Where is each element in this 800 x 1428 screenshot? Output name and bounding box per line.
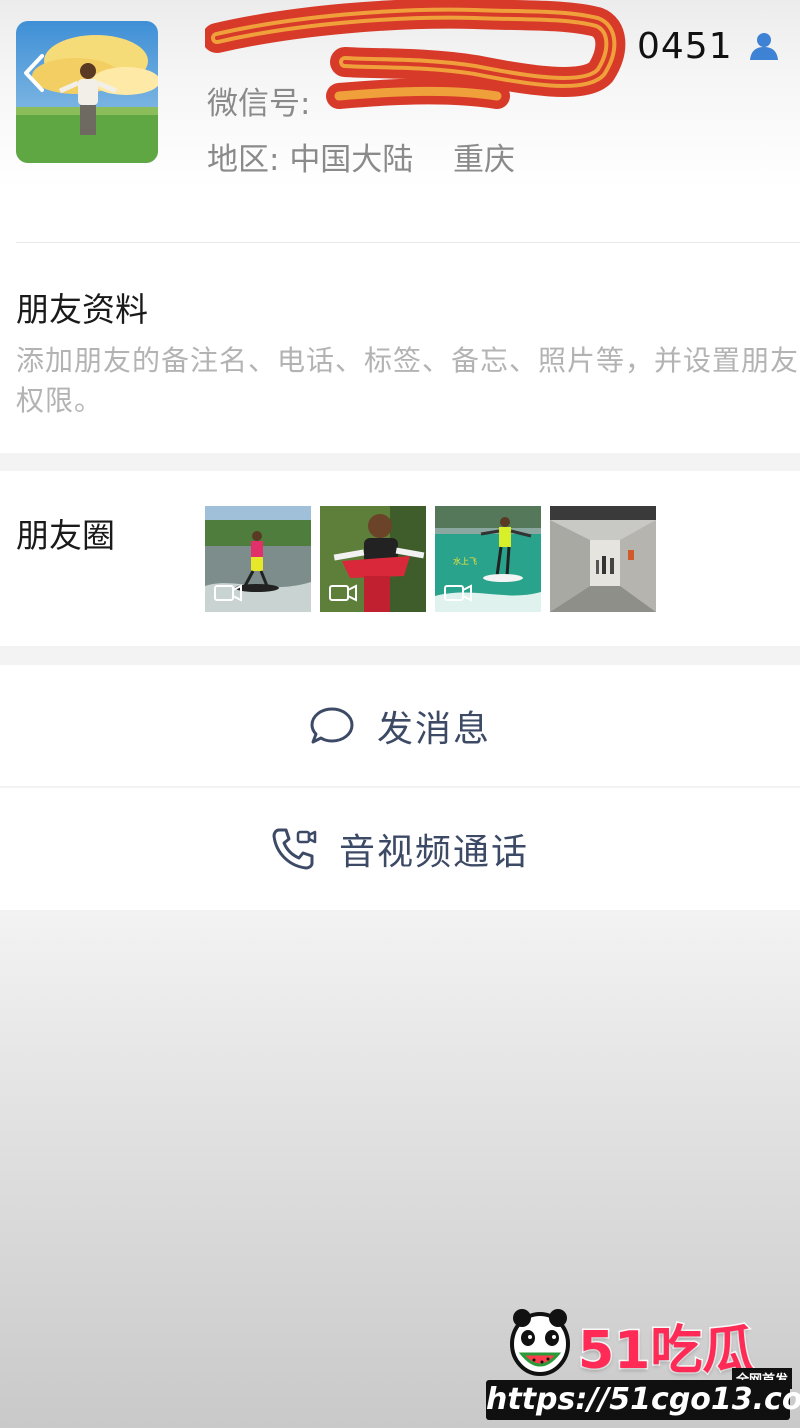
wechat-id: 微信号: [207,78,310,123]
friend-info-section[interactable]: 朋友资料 添加朋友的备注名、电话、标签、备忘、照片等，并设置朋友权限。 [0,243,800,453]
friend-info-description: 添加朋友的备注名、电话、标签、备忘、照片等，并设置朋友权限。 [16,344,800,417]
chat-bubble-icon [310,707,354,743]
moments-thumbnail-hoverboard[interactable]: 水上飞 [435,506,541,612]
wechat-id-label: 微信号: [207,86,311,122]
nickname: 0451 [207,26,733,67]
profile-header: 0451 微信号: 地区: 中国大陆 重庆 [0,0,800,243]
moments-thumbnail-corridor[interactable] [550,506,656,612]
moments-title: 朋友圈 [16,516,115,555]
watermelon-mascot-icon [510,1309,570,1376]
moments-section[interactable]: 朋友圈 水上飞 [0,471,800,646]
video-call-label: 音视频通话 [338,832,529,873]
watermark-brand: 51吃瓜 [576,1320,755,1383]
moments-thumbnail-motorbike[interactable] [320,506,426,612]
region: 地区: 中国大陆 重庆 [207,134,515,179]
phone-video-icon [272,828,317,870]
nickname-visible-suffix: 0451 [637,25,733,67]
contact-person-icon [749,33,778,60]
region-country: 中国大陆 [289,142,414,178]
region-city: 重庆 [453,142,516,178]
region-label: 地区: [207,142,280,178]
nickname-row: 0451 [207,18,781,74]
friend-info-title: 朋友资料 [16,290,148,329]
send-message-label: 发消息 [376,708,491,750]
moments-thumbnail-water-ski[interactable] [205,506,311,612]
watermark-url: https://51cgo13.com [486,1380,800,1420]
video-call-button[interactable]: 音视频通话 [0,788,800,910]
back-arrow-icon[interactable] [16,48,52,98]
thumbnail-caption: 水上飞 [453,556,477,566]
send-message-button[interactable]: 发消息 [0,665,800,786]
site-watermark: 51吃瓜 全网首发 https://51cgo13.com [486,1302,800,1422]
